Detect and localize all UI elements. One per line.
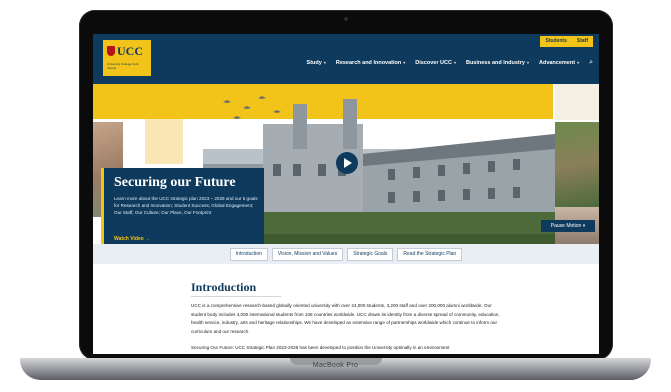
section-tabs: Introduction Vision, Mission and Values … xyxy=(93,244,599,264)
tab-strategic-goals[interactable]: Strategic Goals xyxy=(347,247,394,261)
main-nav: Study ▾ Research and Innovation ▾ Discover… xyxy=(307,59,593,66)
students-link[interactable]: Students xyxy=(540,36,572,47)
campus-photo xyxy=(555,122,599,207)
search-icon[interactable]: ⌕ xyxy=(589,59,593,66)
nav-business[interactable]: Business and Industry ▾ xyxy=(466,60,529,66)
logo-text: UCC xyxy=(117,44,143,58)
nav-discover[interactable]: Discover UCC ▾ xyxy=(415,60,456,66)
nav-research-label: Research and Innovation xyxy=(335,59,402,66)
nav-study-label: Study xyxy=(306,59,322,66)
intro-paragraph-2: Securing Our Future: UCC Strategic Plan … xyxy=(191,345,450,350)
site-header: UCC University College Cork, Ireland Stu… xyxy=(93,34,599,84)
logo-subtitle: University College Cork, Ireland xyxy=(107,62,140,70)
chevron-down-icon: ▾ xyxy=(453,59,456,65)
nav-advancement[interactable]: Advancement ▾ xyxy=(539,60,579,66)
intro-paragraph-1: UCC is a comprehensive research-based gl… xyxy=(191,303,500,334)
pause-motion-button[interactable]: Pause Motion ⏸ xyxy=(541,220,595,232)
chevron-down-icon: ▾ xyxy=(323,59,326,65)
nav-advancement-label: Advancement xyxy=(538,59,576,66)
laptop-base: MacBook Pro xyxy=(20,358,651,380)
hero-banner: Securing our Future Learn more about the… xyxy=(93,84,599,244)
laptop-screen: UCC University College Cork, Ireland Stu… xyxy=(93,34,599,354)
tab-introduction[interactable]: Introduction xyxy=(229,247,268,261)
top-links: Students Staff xyxy=(540,36,593,47)
heading-divider xyxy=(191,296,281,297)
tab-read-plan[interactable]: Read the Strategic Plan xyxy=(397,247,463,261)
ucc-logo[interactable]: UCC University College Cork, Ireland xyxy=(103,40,151,76)
chevron-down-icon: ▾ xyxy=(403,59,406,65)
intro-heading: Introduction xyxy=(191,280,257,294)
nav-discover-label: Discover UCC xyxy=(415,59,452,66)
crest-icon xyxy=(107,46,115,56)
play-video-button[interactable] xyxy=(336,152,358,174)
hero-description: Learn more about the UCC strategic plan … xyxy=(114,196,258,215)
staff-link[interactable]: Staff xyxy=(571,36,593,47)
camera-dot xyxy=(344,17,348,21)
laptop-lid: UCC University College Cork, Ireland Stu… xyxy=(79,10,613,360)
device-label: MacBook Pro xyxy=(312,362,359,369)
hero-accent-block xyxy=(145,119,183,164)
nav-study[interactable]: Study ▾ xyxy=(307,60,326,66)
hero-title: Securing our Future xyxy=(114,175,236,190)
tab-vision[interactable]: Vision, Mission and Values xyxy=(271,247,344,261)
nav-business-label: Business and Industry xyxy=(465,59,525,66)
watch-video-link[interactable]: Watch Video → xyxy=(114,236,150,242)
hero-card: Securing our Future Learn more about the… xyxy=(101,168,264,244)
nav-research[interactable]: Research and Innovation ▾ xyxy=(336,60,405,66)
hero-right-panel xyxy=(555,84,599,120)
chevron-down-icon: ▾ xyxy=(526,59,529,65)
chevron-down-icon: ▾ xyxy=(577,59,580,65)
